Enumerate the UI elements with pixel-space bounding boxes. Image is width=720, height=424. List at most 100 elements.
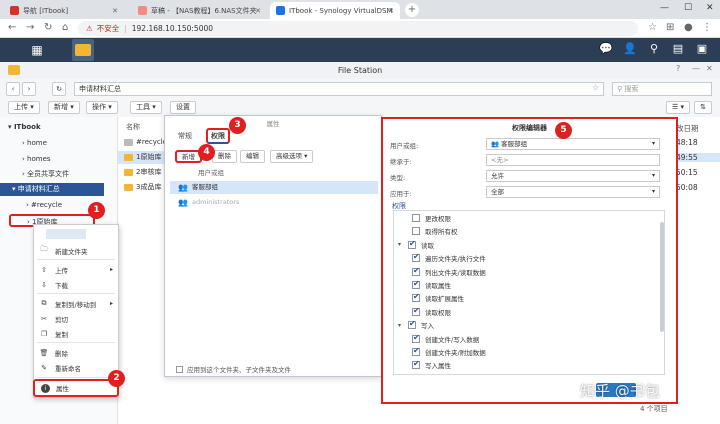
permission-checkbox[interactable] [412, 279, 420, 289]
inherit-from-field: <无> [486, 154, 660, 166]
upload-button[interactable]: 上传 ▾ [8, 101, 40, 114]
tab-close-icon[interactable]: ✕ [255, 7, 261, 15]
settings-button[interactable]: 设置 [170, 101, 196, 114]
action-button[interactable]: 操作 ▾ [86, 101, 118, 114]
create-button[interactable]: 新增 ▾ [48, 101, 80, 114]
tab-permissions[interactable]: 权限 [206, 128, 230, 144]
new-tab-button[interactable]: + [405, 3, 419, 17]
expand-icon[interactable]: ▾ [398, 322, 406, 329]
permission-item[interactable]: 创建文件夹/附加数据 [412, 346, 486, 358]
menu-item-rename[interactable]: ✎ 重新命名 [33, 361, 119, 374]
column-header-time[interactable]: 改日期 [676, 123, 720, 134]
menu-item-properties[interactable]: i 属性 [33, 379, 119, 397]
permission-item[interactable]: 读取属性 [412, 279, 451, 291]
tree-scrollbar[interactable] [660, 222, 664, 332]
reload-icon[interactable]: ↻ [44, 22, 52, 33]
permission-checkbox[interactable] [412, 266, 420, 276]
view-list-icon[interactable]: ☰ ▾ [666, 101, 690, 114]
file-station-app-icon[interactable] [72, 39, 94, 61]
permission-item[interactable]: 读取扩展属性 [412, 292, 464, 304]
expand-icon[interactable]: ▾ [398, 241, 406, 248]
path-input[interactable]: 申请材料汇总 [74, 82, 604, 96]
menu-item-cut[interactable]: ✂ 剪切 [33, 312, 119, 325]
copy-icon: ❐ [40, 329, 48, 338]
close-window-icon[interactable]: ✕ [706, 64, 713, 73]
menu-divider [37, 293, 115, 294]
tab-close-icon[interactable]: ✕ [388, 7, 394, 15]
tab-close-icon[interactable]: ✕ [112, 7, 118, 15]
delete-permission-button[interactable]: 删除 [212, 150, 237, 163]
menu-item-download[interactable]: ⇩ 下载 [33, 278, 119, 291]
main-menu-icon[interactable]: ▦ [30, 43, 44, 57]
permission-checkbox[interactable] [412, 306, 420, 316]
permission-label: 取得所有权 [425, 228, 458, 237]
favorite-star-icon[interactable]: ☆ [592, 83, 599, 92]
maximize-icon[interactable]: ☐ [684, 3, 692, 13]
type-select[interactable]: 允许 ▾ [486, 170, 660, 182]
extension-icon[interactable]: ⊞ [666, 22, 674, 33]
permission-item[interactable]: 写入属性 [412, 359, 451, 371]
minimize-window-icon[interactable]: — [692, 64, 700, 73]
profile-icon[interactable]: ● [684, 22, 693, 33]
browser-tab-3[interactable]: ITbook - Synology VirtualDSM ✕ [270, 2, 400, 19]
permission-checkbox[interactable] [412, 359, 420, 370]
permission-checkbox[interactable] [412, 252, 420, 263]
user-group-select[interactable]: 👥 客服部组 ▾ [486, 138, 660, 150]
home-icon[interactable]: ⌂ [62, 22, 68, 33]
permission-row[interactable]: 👥 administrators [170, 196, 378, 209]
sidebar-item-home[interactable]: › home [0, 137, 118, 150]
back-button[interactable]: ‹ [6, 82, 20, 96]
tools-button[interactable]: 工具 ▾ [130, 101, 162, 114]
permission-checkbox[interactable] [408, 319, 416, 330]
permission-item[interactable]: 读取权限 [412, 306, 451, 318]
sidebar-item-selected-folder[interactable]: ▾ 申请材料汇总 [0, 183, 104, 196]
menu-item-copy[interactable]: ❐ 复制 [33, 327, 119, 340]
url-box[interactable]: ⚠ 不安全 | 192.168.10.150:5000 [78, 21, 638, 36]
permission-checkbox[interactable] [408, 239, 416, 249]
widget-icon[interactable]: ▤ [670, 41, 686, 57]
apply-to-children-option[interactable]: 应用到这个文件夹、子文件夹及文件 [176, 364, 291, 374]
desktop-icon[interactable]: ▣ [694, 41, 710, 57]
search-icon[interactable]: ⚲ [646, 41, 662, 57]
sidebar-root[interactable]: ▾ ITbook [0, 121, 118, 134]
sort-icon[interactable]: ⇅ [694, 101, 712, 114]
permission-item[interactable]: 创建文件/写入数据 [412, 333, 479, 345]
permission-item[interactable]: 更改权限 [412, 212, 451, 224]
file-station-logo-icon [8, 65, 20, 75]
menu-item-delete[interactable]: 🗑 删除 [33, 346, 119, 359]
permission-item[interactable]: 取得所有权 [412, 225, 458, 237]
refresh-button[interactable]: ↻ [52, 82, 66, 96]
help-icon[interactable]: ? [676, 64, 680, 73]
edit-permission-button[interactable]: 编辑 [240, 150, 265, 163]
apply-to-select[interactable]: 全部 ▾ [486, 186, 660, 198]
browser-tab-1[interactable]: 导航 [ITbook] ✕ [4, 2, 124, 19]
tab-general[interactable]: 常规 [178, 131, 192, 141]
advanced-options-button[interactable]: 高级选项 ▾ [270, 150, 314, 163]
forward-button[interactable]: › [22, 82, 36, 96]
permission-checkbox[interactable] [412, 333, 420, 343]
search-input[interactable]: ⚲ 搜索 [612, 82, 712, 96]
permission-row[interactable]: 👥 客服部组 [170, 181, 378, 194]
menu-icon[interactable]: ⋮ [702, 22, 712, 33]
forward-icon[interactable]: → [26, 22, 34, 33]
browser-tab-2[interactable]: 草稿 - 【NAS教程】6.NAS文件夹 ✕ [132, 2, 267, 19]
chat-icon[interactable]: 💬 [598, 41, 614, 57]
window-close-icon[interactable]: ✕ [706, 3, 714, 13]
permission-checkbox[interactable] [412, 214, 420, 222]
user-icon[interactable]: 👤 [622, 41, 638, 57]
permission-item[interactable]: ▾ 写入 [398, 319, 434, 331]
back-icon[interactable]: ← [8, 22, 16, 33]
sidebar-item-shared[interactable]: › 全员共享文件 [0, 168, 118, 181]
menu-item-upload[interactable]: ⇧ 上传 ▸ [33, 263, 119, 276]
menu-item-new-folder[interactable]: 🗀 新建文件夹 [33, 244, 119, 257]
sidebar-item-homes[interactable]: › homes [0, 153, 118, 166]
permission-item[interactable]: 遍历文件夹/执行文件 [412, 252, 486, 264]
permission-checkbox[interactable] [412, 292, 420, 303]
minimize-icon[interactable]: — [660, 3, 669, 13]
star-icon[interactable]: ☆ [648, 22, 657, 33]
permission-checkbox[interactable] [412, 227, 420, 236]
menu-item-copy-move[interactable]: ⧉ 复制到/移动到 ▸ [33, 297, 119, 310]
permission-checkbox[interactable] [412, 346, 420, 356]
permission-item[interactable]: ▾ 读取 [398, 239, 434, 251]
permission-item[interactable]: 列出文件夹/读取数据 [412, 266, 486, 278]
